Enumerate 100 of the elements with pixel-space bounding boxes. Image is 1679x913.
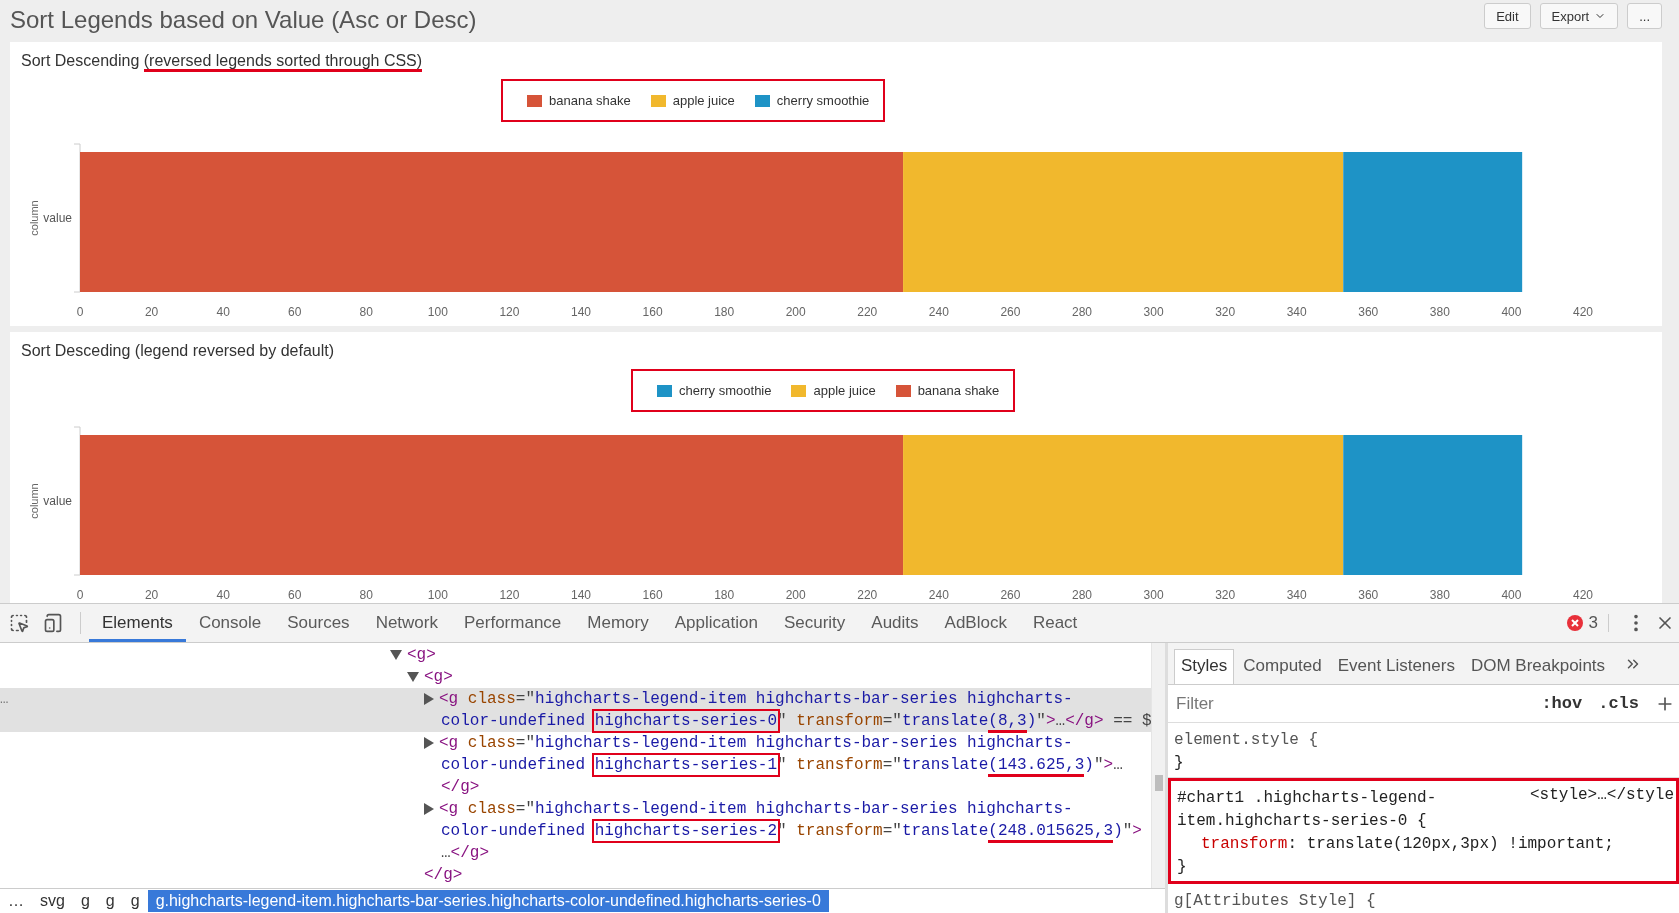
css-brace: }: [1177, 857, 1188, 878]
code-line: <g class="highcharts-legend-item highcharts-bar-series highcharts-: [439, 689, 1073, 710]
breadcrumb[interactable]: g: [72, 890, 98, 912]
devtools-tab[interactable]: React: [1019, 604, 1091, 642]
tick-label: 120: [499, 588, 520, 602]
tick-label: 340: [1286, 305, 1307, 319]
devtools-tab[interactable]: Performance: [451, 604, 575, 642]
axis-title: column: [28, 483, 40, 519]
legend-label[interactable]: banana shake: [917, 383, 1000, 398]
tick-label: 100: [427, 588, 448, 602]
tick-label: 320: [1215, 305, 1236, 319]
tick-label: 360: [1358, 305, 1379, 319]
styles-tab[interactable]: Event Listeners: [1330, 649, 1462, 684]
legend-label[interactable]: cherry smoothie: [679, 383, 772, 398]
css-selector: g[Attributes Style] {: [1174, 891, 1377, 912]
expand-arrow-icon[interactable]: [424, 737, 434, 749]
expand-arrow-icon[interactable]: [424, 803, 434, 815]
tick-label: 160: [642, 305, 663, 319]
legend-label[interactable]: apple juice: [672, 93, 735, 108]
inspect-icon[interactable]: [9, 613, 29, 633]
tick-label: 160: [642, 588, 663, 602]
filter-toggle[interactable]: :hov: [1541, 694, 1583, 713]
tick-label: 0: [76, 588, 84, 602]
styles-tab[interactable]: Styles: [1174, 649, 1235, 684]
tick-label: 380: [1429, 305, 1450, 319]
breadcrumb[interactable]: g.highcharts-legend-item.highcharts-bar-series.highcharts-color-undefined.highcharts-series-0: [147, 890, 829, 912]
chart-title: Sort Descending (reversed legends sorted through CSS): [10, 50, 1662, 72]
devtools-tab[interactable]: AdBlock: [931, 604, 1020, 642]
tick-label: 140: [571, 588, 591, 602]
code-line: </g>: [424, 865, 463, 886]
expand-arrow-icon[interactable]: [390, 650, 402, 660]
tick-label: 280: [1072, 305, 1092, 319]
filter-field[interactable]: Filter: [1174, 692, 1526, 715]
tick-label: 360: [1358, 588, 1379, 602]
tick-label: 420: [1573, 305, 1593, 319]
code-line: <g>: [407, 645, 436, 666]
css-declaration: transform: translate(120px,3px) !important;: [1200, 834, 1615, 855]
tick-label: 260: [1000, 305, 1021, 319]
code-line: …</g>: [441, 843, 489, 864]
tick-label: 40: [216, 305, 230, 319]
legend-label[interactable]: apple juice: [813, 383, 876, 398]
code-line: <g>: [424, 667, 453, 688]
tick-label: 20: [144, 305, 159, 319]
tick-label: 300: [1143, 305, 1164, 319]
tick-label: 200: [785, 305, 806, 319]
legend-label[interactable]: banana shake: [549, 93, 631, 108]
css-selector: element.style {: [1174, 730, 1320, 751]
header-button[interactable]: Export: [1539, 3, 1619, 29]
axis-title: column: [28, 200, 40, 236]
tick-label: 200: [785, 588, 806, 602]
code-line: <g class="highcharts-legend-item highcharts-bar-series highcharts-: [439, 799, 1073, 820]
breadcrumb[interactable]: g: [97, 890, 123, 912]
tick-label: 320: [1215, 588, 1236, 602]
category-label: value: [43, 211, 72, 225]
tick-label: 0: [76, 305, 84, 319]
breadcrumb[interactable]: …: [0, 890, 32, 912]
tick-label: 180: [714, 305, 735, 319]
filter-toggle[interactable]: .cls: [1598, 694, 1639, 713]
page-title: Sort Legends based on Value (Asc or Desc): [10, 6, 477, 34]
header-button[interactable]: ...: [1627, 3, 1662, 29]
tick-label: 140: [571, 305, 591, 319]
devtools-tab[interactable]: Security: [770, 604, 859, 642]
breadcrumb[interactable]: svg: [32, 890, 73, 912]
breadcrumb[interactable]: g: [122, 890, 148, 912]
devtools-tab[interactable]: Audits: [858, 604, 932, 642]
tick-label: 400: [1501, 588, 1522, 602]
tick-label: 240: [928, 305, 949, 319]
tick-label: 420: [1573, 588, 1593, 602]
category-label: value: [43, 494, 72, 508]
devtools-tab[interactable]: Sources: [274, 604, 363, 642]
tick-label: 80: [359, 588, 373, 602]
tick-label: 400: [1501, 305, 1522, 319]
tick-label: 20: [144, 588, 159, 602]
chart-title: Sort Desceding (legend reversed by default): [20, 341, 336, 361]
tick-label: 100: [427, 305, 448, 319]
scrollbar[interactable]: [1151, 643, 1165, 888]
legend-label[interactable]: cherry smoothie: [776, 93, 870, 108]
expand-arrow-icon[interactable]: [424, 693, 434, 705]
devtools-tab[interactable]: Console: [185, 604, 275, 642]
tick-label: 220: [857, 305, 878, 319]
error-icon[interactable]: [1566, 615, 1583, 631]
device-toolbar-icon[interactable]: [43, 613, 63, 633]
header-button[interactable]: Edit: [1484, 3, 1531, 29]
code-line: <g class="highcharts-legend-item highcharts-bar-series highcharts-: [439, 733, 1073, 754]
tick-label: 180: [714, 588, 735, 602]
tick-label: 340: [1286, 588, 1307, 602]
styles-tab[interactable]: Computed: [1236, 649, 1329, 684]
devtools-tab[interactable]: Application: [661, 604, 771, 642]
error-count[interactable]: 3: [1588, 613, 1598, 633]
tick-label: 120: [499, 305, 520, 319]
devtools-tab[interactable]: Memory: [574, 604, 662, 642]
devtools-tab[interactable]: Network: [362, 604, 451, 642]
tick-label: 380: [1429, 588, 1450, 602]
tick-label: 60: [288, 305, 302, 319]
css-brace: }: [1174, 753, 1185, 774]
styles-tab[interactable]: DOM Breakpoints: [1463, 649, 1613, 684]
tick-label: 80: [359, 305, 373, 319]
devtools-tab[interactable]: Elements: [89, 604, 186, 642]
gutter-ellipsis: …: [0, 690, 9, 709]
tick-label: 60: [288, 588, 302, 602]
